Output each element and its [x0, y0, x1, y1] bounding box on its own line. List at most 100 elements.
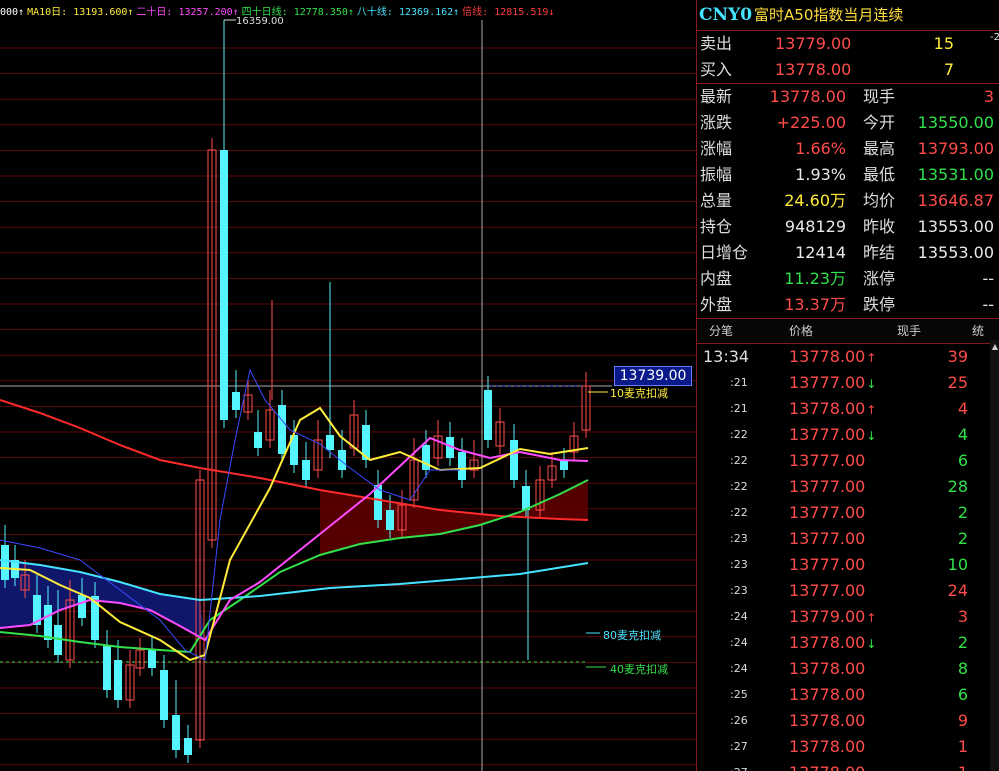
- tick-time: :23: [730, 532, 748, 545]
- annot-80-deduct: 80麦克扣减: [603, 629, 661, 642]
- tick-price: 13778.00↑: [789, 399, 877, 418]
- stat-label: 日增仓: [700, 243, 749, 262]
- annot-40-deduct: 40麦克扣减: [610, 663, 668, 676]
- candle-body: [184, 738, 192, 755]
- tick-row[interactable]: :27 13778.00 1: [697, 734, 999, 760]
- tick-time: :23: [730, 584, 748, 597]
- instrument-code: CNY0: [699, 5, 753, 25]
- tick-volume: 1: [957, 737, 968, 756]
- candle-body: [458, 452, 466, 480]
- tick-header-time[interactable]: 分笔: [709, 319, 733, 343]
- tick-volume: 9: [957, 711, 968, 730]
- candle-body: [160, 670, 168, 720]
- blue-fill-area: [0, 560, 205, 640]
- tick-row[interactable]: :23 13777.00 2: [697, 526, 999, 552]
- stat-label: 涨停: [863, 269, 896, 288]
- tick-row[interactable]: :21 13778.00↑ 4: [697, 396, 999, 422]
- tick-row[interactable]: :23 13777.00 10: [697, 552, 999, 578]
- bid-price: 13778.00: [775, 60, 852, 79]
- candle-body: [522, 486, 530, 510]
- tick-price: 13778.00↓: [789, 633, 877, 652]
- tick-volume: 2: [957, 529, 968, 548]
- tick-row[interactable]: :24 13778.00 8: [697, 656, 999, 682]
- scroll-up-icon[interactable]: ▲: [991, 342, 999, 352]
- stat-label: 均价: [863, 191, 896, 210]
- tick-time: :21: [730, 402, 748, 415]
- tick-row[interactable]: :22 13777.00↓ 4: [697, 422, 999, 448]
- stat-label: 最低: [863, 165, 896, 184]
- tick-row[interactable]: :24 13779.00↑ 3: [697, 604, 999, 630]
- stat-row: 涨跌 +225.00 今开 13550.00: [697, 110, 999, 136]
- tick-price: 13779.00↑: [789, 607, 877, 626]
- stats-table: 最新 13778.00 现手 3 涨跌 +225.00 今开 13550.00 涨幅 1.66% 最…: [697, 84, 999, 319]
- tick-row[interactable]: :26 13778.00 9: [697, 708, 999, 734]
- tick-volume: 39: [947, 347, 968, 366]
- ma-legend-item: 000↑: [0, 7, 25, 18]
- ma-legend-item: 倍线: 12815.519↓: [462, 7, 555, 18]
- quote-panel: CNY0富时A50指数当月连续 卖出 13779.00 15 -2 买入 137…: [696, 0, 999, 771]
- tick-header-price[interactable]: 价格: [789, 319, 813, 343]
- tick-header-volume[interactable]: 现手: [897, 319, 921, 343]
- stat-label: 现手: [863, 87, 896, 106]
- tick-time: :27: [730, 760, 748, 771]
- stat-value: 13646.87: [917, 191, 994, 210]
- tick-volume: 6: [957, 685, 968, 704]
- tick-price: 13777.00: [789, 451, 866, 470]
- tick-row[interactable]: 13:34 13778.00↑ 39: [697, 344, 999, 370]
- stat-label: 跌停: [863, 295, 896, 314]
- ask-row: 卖出 13779.00 15 -2: [697, 31, 999, 57]
- kline-chart[interactable]: 000↑ MA10日: 13193.600↑ 二十日: 13257.200↑ 四十日线…: [0, 0, 696, 771]
- tick-price: 13778.00: [789, 685, 866, 704]
- stat-row: 总量 24.60万 均价 13646.87: [697, 188, 999, 214]
- tick-time: :24: [730, 636, 748, 649]
- stat-value: 11.23万: [784, 269, 846, 288]
- tick-row[interactable]: :23 13777.00 24: [697, 578, 999, 604]
- tick-row[interactable]: :27 13778.00 1: [697, 760, 999, 771]
- tick-row[interactable]: :22 13777.00 28: [697, 474, 999, 500]
- kline-canvas[interactable]: [0, 0, 696, 771]
- bid-label: 买入: [700, 60, 733, 79]
- stat-label: 总量: [700, 191, 733, 210]
- tick-row[interactable]: :25 13778.00 6: [697, 682, 999, 708]
- tick-volume: 2: [957, 633, 968, 652]
- tick-volume: 2: [957, 503, 968, 522]
- tick-header-stats[interactable]: 统: [972, 319, 984, 343]
- stat-value: 13531.00: [917, 165, 994, 184]
- tick-time: :25: [730, 688, 748, 701]
- tick-volume: 4: [957, 425, 968, 444]
- stat-label: 最高: [863, 139, 896, 158]
- stat-label: 涨跌: [700, 113, 733, 132]
- tick-time: :27: [730, 740, 748, 753]
- tick-price: 13778.00: [789, 711, 866, 730]
- tick-time: :26: [730, 714, 748, 727]
- stat-value: 13793.00: [917, 139, 994, 158]
- tick-price: 13777.00↓: [789, 425, 877, 444]
- candle-body: [1, 545, 9, 580]
- stat-label: 最新: [700, 87, 733, 106]
- tick-row[interactable]: :21 13777.00↓ 25: [697, 370, 999, 396]
- tick-price: 13778.00↑: [789, 347, 877, 366]
- candle-body: [386, 510, 394, 530]
- stat-label: 今开: [863, 113, 896, 132]
- tick-row[interactable]: :22 13777.00 6: [697, 448, 999, 474]
- tick-volume: 3: [957, 607, 968, 626]
- tick-scrollbar[interactable]: ▲: [990, 340, 999, 771]
- candle-body: [44, 605, 52, 640]
- tick-time: :22: [730, 480, 748, 493]
- stat-row: 外盘 13.37万 跌停 --: [697, 292, 999, 319]
- arrow-down-icon: ↓: [866, 637, 877, 651]
- candle-body: [302, 460, 310, 480]
- stat-row: 涨幅 1.66% 最高 13793.00: [697, 136, 999, 162]
- tick-row[interactable]: :24 13778.00↓ 2: [697, 630, 999, 656]
- tick-row[interactable]: :22 13777.00 2: [697, 500, 999, 526]
- tick-price: 13778.00: [789, 659, 866, 678]
- stat-value: 13553.00: [917, 243, 994, 262]
- tick-list[interactable]: 13:34 13778.00↑ 39:21 13777.00↓ 25:21 13778.0…: [697, 344, 999, 771]
- tick-price: 13777.00↓: [789, 373, 877, 392]
- stat-value: 1.93%: [795, 165, 846, 184]
- arrow-up-icon: ↑: [866, 351, 877, 365]
- tick-price: 13777.00: [789, 477, 866, 496]
- tick-time: :22: [730, 506, 748, 519]
- tick-time: :23: [730, 558, 748, 571]
- ask-label: 卖出: [700, 34, 733, 53]
